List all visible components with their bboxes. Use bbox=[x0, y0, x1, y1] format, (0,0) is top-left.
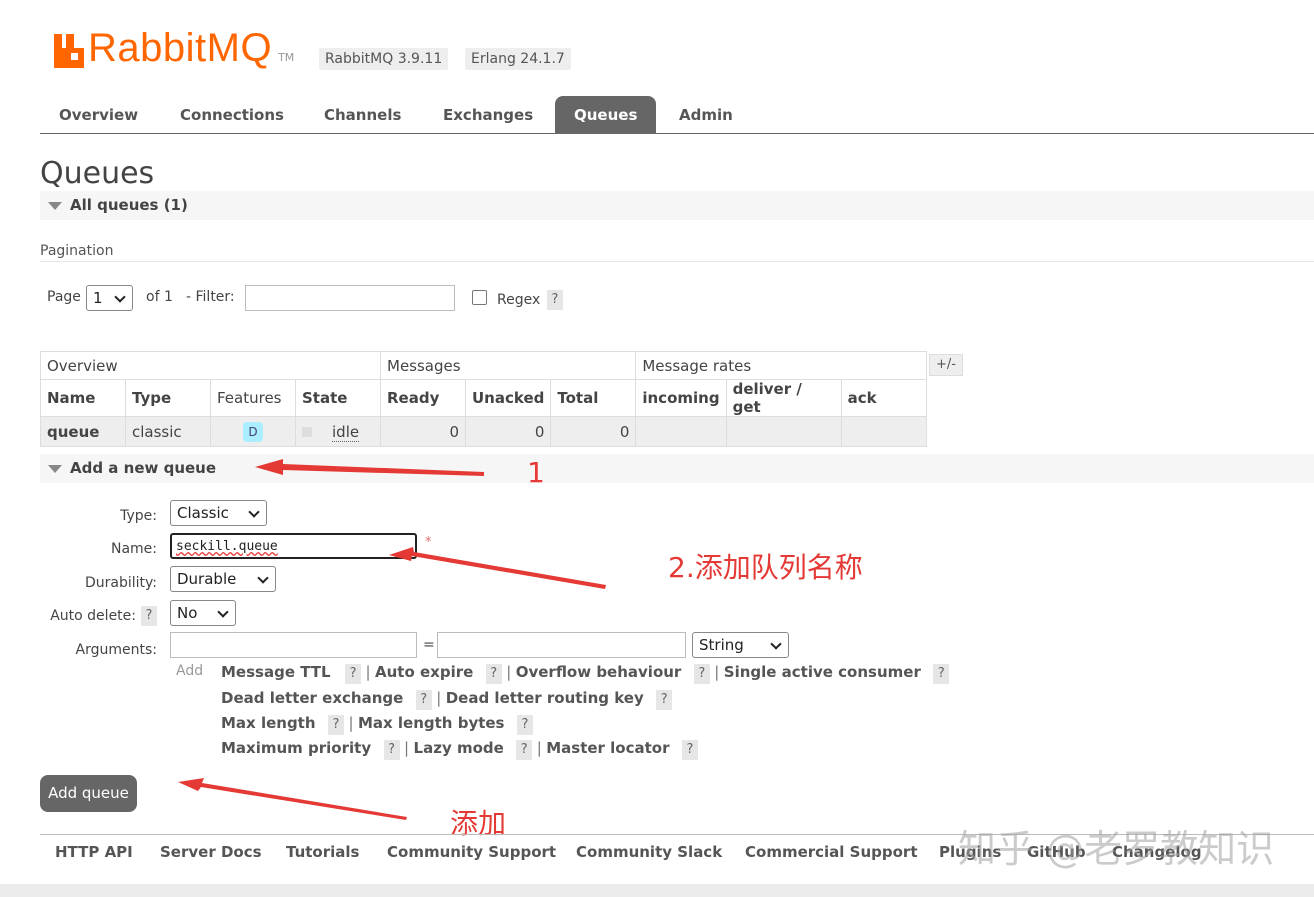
annotation-step3: 添加 bbox=[450, 807, 507, 840]
bottom-strip bbox=[0, 884, 1314, 897]
arrow-step3 bbox=[178, 778, 407, 820]
footer-link-community-slack[interactable]: Community Slack bbox=[576, 843, 722, 861]
annotation-step2: 2.添加队列名称 bbox=[668, 551, 863, 584]
footer-link-community-support[interactable]: Community Support bbox=[387, 843, 556, 861]
arrow-step2 bbox=[389, 547, 606, 589]
annotation-arrows bbox=[178, 459, 606, 820]
annotation-step1: 1 bbox=[527, 456, 545, 489]
footer-link-tutorials[interactable]: Tutorials bbox=[286, 843, 359, 861]
arrow-step1 bbox=[255, 459, 484, 476]
footer-link-http-api[interactable]: HTTP API bbox=[55, 843, 133, 861]
zhihu-watermark: 知乎 @老罗教知识 bbox=[958, 827, 1275, 871]
footer-link-server-docs[interactable]: Server Docs bbox=[160, 843, 262, 861]
footer-link-commercial-support[interactable]: Commercial Support bbox=[745, 843, 918, 861]
